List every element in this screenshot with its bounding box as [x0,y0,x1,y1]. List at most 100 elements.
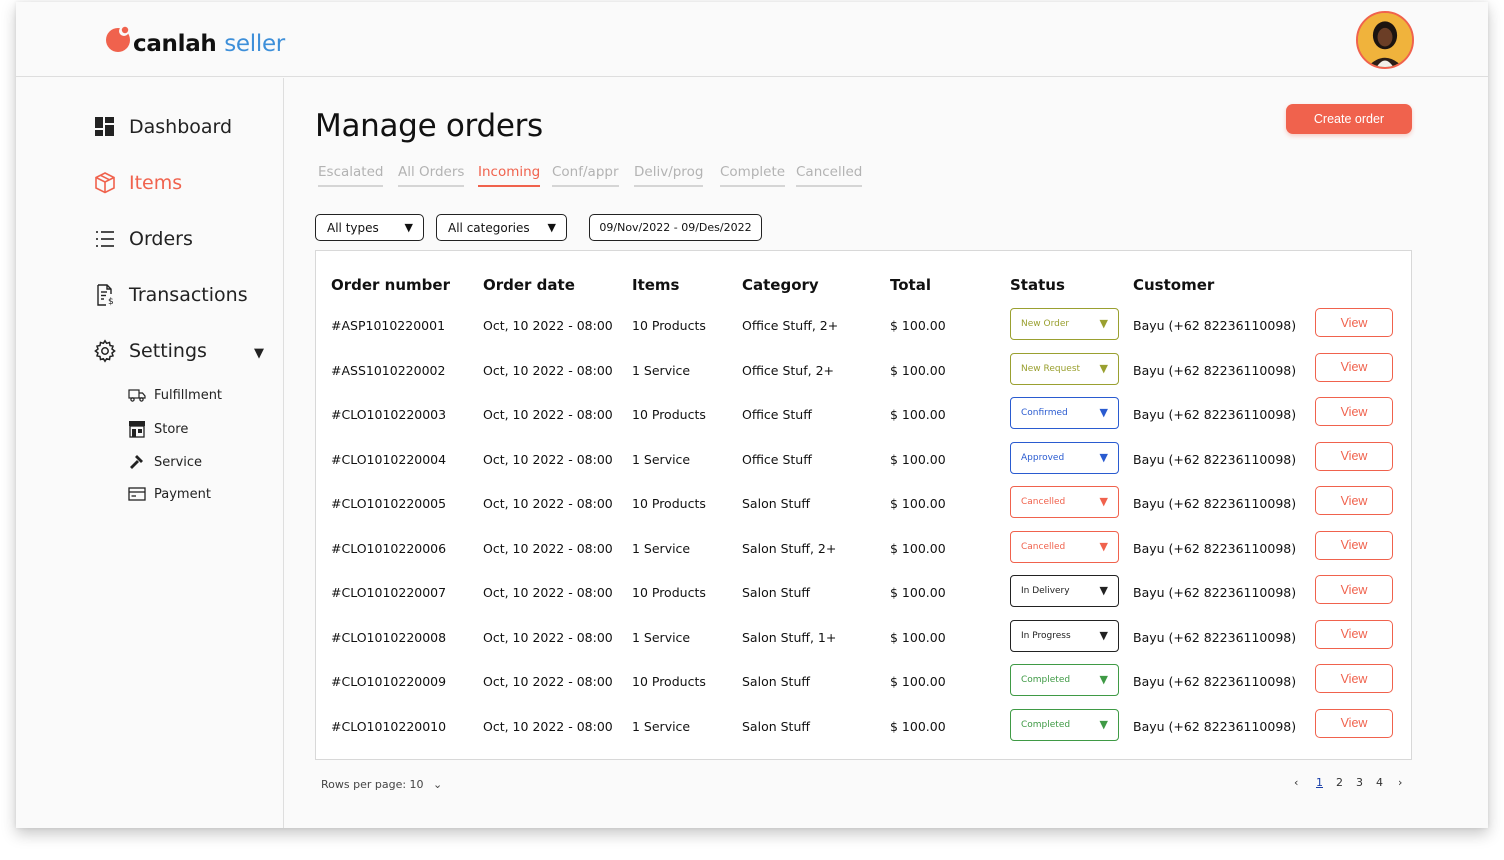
view-order-button[interactable]: View [1315,397,1393,426]
order-date-cell: Oct, 10 2022 - 08:00 [483,629,613,645]
page-3-link[interactable]: 3 [1356,776,1363,789]
view-order-button[interactable]: View [1315,619,1393,649]
status-select[interactable]: In Progress ▼ [1010,619,1119,652]
view-order-button[interactable]: View [1315,308,1393,337]
status-select[interactable]: Confirmed ▼ [1010,397,1119,429]
user-avatar[interactable] [1356,11,1414,69]
customer-cell: Bayu (+62 82236110098) [1133,318,1297,333]
order-date-cell: Oct, 10 2022 - 08:00 [483,407,613,422]
table-row: #ASP1010220001 Oct, 10 2022 - 08:00 10 Pro… [316,308,1411,352]
logo-icon [106,26,130,52]
table-row: #CLO1010220009 Oct, 10 2022 - 08:00 10 Pro… [316,664,1411,708]
tab-incoming[interactable]: Incoming [478,164,541,187]
sidebar-item-label: Settings [129,340,207,362]
chevron-right-icon[interactable]: › [1398,776,1402,789]
category-cell: Salon Stuff [742,718,810,734]
customer-cell: Bayu (+62 82236110098) [1133,629,1297,645]
sidebar-item-label: Items [129,172,183,194]
sidebar-subitem-payment[interactable]: Payment [128,483,211,505]
view-order-button[interactable]: View [1315,530,1393,560]
category-cell: Salon Stuff [742,674,810,689]
create-order-button[interactable]: Create order [1286,104,1412,134]
view-order-button[interactable]: View [1315,708,1393,738]
date-range-picker[interactable]: 09/Nov/2022 - 09/Des/2022 [589,214,762,241]
rows-per-page-select[interactable]: Rows per page: 10 ⌄ [321,778,442,791]
total-cell: $ 100.00 [890,629,946,645]
view-order-button[interactable]: View [1315,664,1393,693]
type-filter-select[interactable]: All types ▼ [315,214,424,241]
sidebar-item-dashboard[interactable]: Dashboard [93,112,232,142]
sidebar-subitem-fulfillment[interactable]: Fulfillment [128,384,222,406]
total-cell: $ 100.00 [890,718,946,734]
status-select[interactable]: New Request ▼ [1010,352,1119,385]
tab-conf-appr[interactable]: Conf/appr [552,164,619,187]
order-number-cell: #CLO1010220006 [331,540,447,556]
status-select[interactable]: Cancelled ▼ [1010,530,1119,563]
items-cell: 1 Service [632,718,691,734]
page-2-link[interactable]: 2 [1336,776,1343,789]
status-value: Completed [1021,675,1071,685]
order-date-cell: Oct, 10 2022 - 08:00 [483,318,613,333]
order-number-cell: #ASS1010220002 [331,362,446,378]
status-value: Confirmed [1021,408,1068,418]
table-row: #CLO1010220003 Oct, 10 2022 - 08:00 10 Pro… [316,397,1411,441]
order-date-cell: Oct, 10 2022 - 08:00 [483,496,613,511]
orders-table: Order number Order date Items Category T… [315,250,1412,760]
status-select[interactable]: In Delivery ▼ [1010,575,1119,607]
items-cell: 1 Service [632,629,691,645]
view-order-button[interactable]: View [1315,486,1393,515]
category-filter-select[interactable]: All categories ▼ [436,214,567,241]
chevron-down-icon: ▼ [1099,673,1108,686]
tab-all-orders[interactable]: All Orders [398,164,465,187]
sidebar-item-transactions[interactable]: $ Transactions [93,280,248,310]
items-cell: 10 Products [632,318,706,333]
view-order-button[interactable]: View [1315,441,1393,471]
order-number-cell: #CLO1010220009 [331,674,447,689]
svg-text:$: $ [108,297,114,307]
page-1-link[interactable]: 1 [1316,776,1323,789]
avatar-portrait-icon [1358,13,1412,67]
customer-cell: Bayu (+62 82236110098) [1133,540,1297,556]
total-cell: $ 100.00 [890,585,946,600]
sidebar-subitem-label: Payment [154,486,211,502]
card-icon [128,487,146,501]
status-select[interactable]: Cancelled ▼ [1010,486,1119,518]
brand-name-part1: canlah [133,31,217,57]
category-cell: Office Stuff [742,407,812,422]
view-order-button[interactable]: View [1315,352,1393,382]
order-date-cell: Oct, 10 2022 - 08:00 [483,451,613,467]
truck-icon [128,389,146,402]
total-cell: $ 100.00 [890,451,946,467]
order-number-cell: #CLO1010220004 [331,451,447,467]
status-select[interactable]: Approved ▼ [1010,441,1119,474]
tab-deliv-prog[interactable]: Deliv/prog [634,164,704,187]
chevron-down-icon: ▼ [1099,539,1108,553]
column-header-customer: Customer [1133,276,1215,294]
page-4-link[interactable]: 4 [1376,776,1383,789]
hammer-icon [130,455,143,469]
chevron-down-icon: ▼ [404,221,413,234]
sidebar-item-settings[interactable]: Settings [93,336,207,366]
status-value: New Request [1021,363,1081,374]
tab-escalated[interactable]: Escalated [318,164,384,187]
view-order-button[interactable]: View [1315,575,1393,604]
status-value: Completed [1021,719,1071,730]
sidebar-subitem-store[interactable]: Store [128,418,188,440]
chevron-down-icon[interactable]: ▼ [254,346,264,361]
sidebar-item-orders[interactable]: Orders [93,224,193,254]
order-date-cell: Oct, 10 2022 - 08:00 [483,362,613,378]
sidebar-item-items[interactable]: Items [93,168,182,198]
status-select[interactable]: New Order ▼ [1010,308,1119,340]
sidebar-item-label: Transactions [129,284,248,306]
tab-complete[interactable]: Complete [720,164,786,187]
chevron-left-icon[interactable]: ‹ [1294,776,1298,789]
sidebar-subitem-service[interactable]: Service [128,451,202,473]
order-number-cell: #CLO1010220005 [331,496,447,511]
table-row: #CLO1010220010 Oct, 10 2022 - 08:00 1 Serv… [316,708,1411,753]
tab-cancelled[interactable]: Cancelled [796,164,863,187]
status-select[interactable]: Completed ▼ [1010,708,1119,741]
order-date-cell: Oct, 10 2022 - 08:00 [483,718,613,734]
status-select[interactable]: Completed ▼ [1010,664,1119,696]
items-cell: 10 Products [632,674,706,689]
total-cell: $ 100.00 [890,540,946,556]
